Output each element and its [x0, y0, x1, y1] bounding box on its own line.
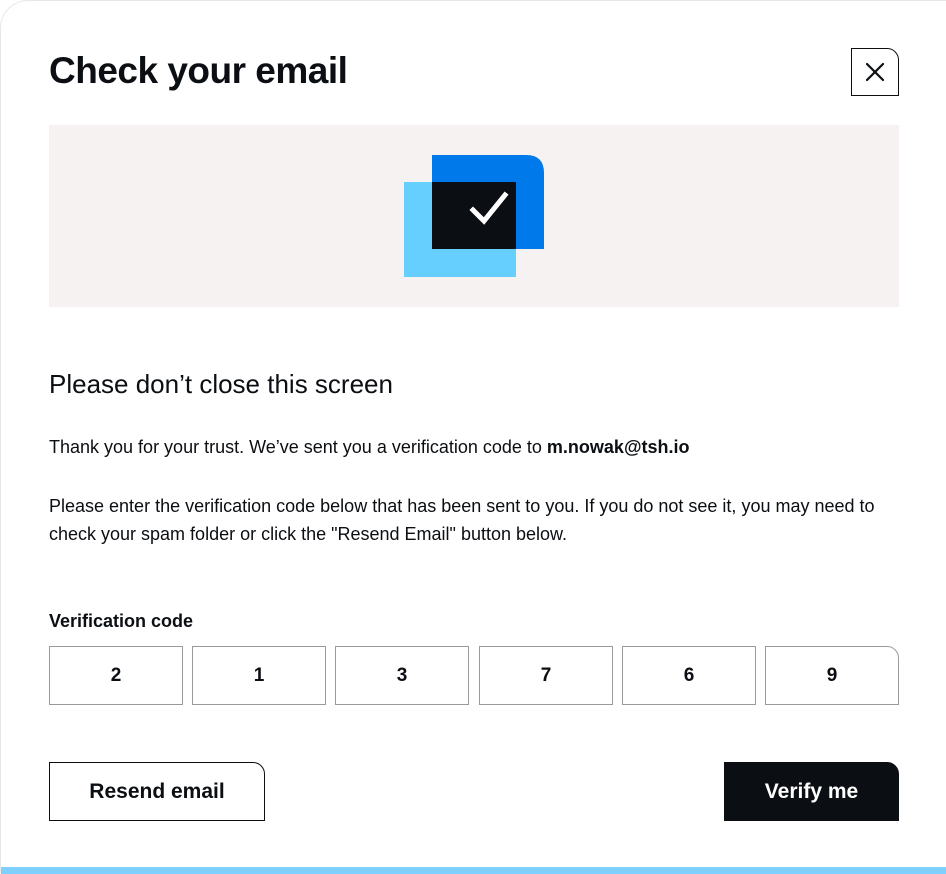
code-digit-5[interactable]	[622, 646, 756, 705]
verify-button[interactable]: Verify me	[724, 762, 899, 821]
verification-code-inputs	[49, 646, 900, 705]
verification-code-label: Verification code	[49, 611, 194, 631]
close-icon	[865, 62, 885, 82]
close-button[interactable]	[851, 48, 899, 96]
resend-email-button[interactable]: Resend email	[49, 762, 265, 821]
code-digit-4[interactable]	[479, 646, 613, 705]
envelope-overlap-shape	[432, 182, 516, 249]
sent-text: Thank you for your trust. We’ve sent you…	[49, 437, 547, 457]
hero-banner	[49, 125, 899, 307]
modal-title: Check your email	[49, 50, 348, 91]
code-digit-2[interactable]	[192, 646, 326, 705]
recipient-email: m.nowak@tsh.io	[546, 437, 690, 457]
email-check-icon	[404, 155, 544, 277]
screen-subtitle: Please don’t close this screen	[49, 369, 393, 399]
sent-message: Thank you for your trust. We’ve sent you…	[49, 434, 909, 460]
code-digit-1[interactable]	[49, 646, 183, 705]
code-digit-3[interactable]	[335, 646, 469, 705]
code-digit-6[interactable]	[765, 646, 899, 705]
verification-modal: Check your email Please don’t close this…	[0, 0, 946, 874]
instructions-text: Please enter the verification code below…	[49, 496, 875, 544]
